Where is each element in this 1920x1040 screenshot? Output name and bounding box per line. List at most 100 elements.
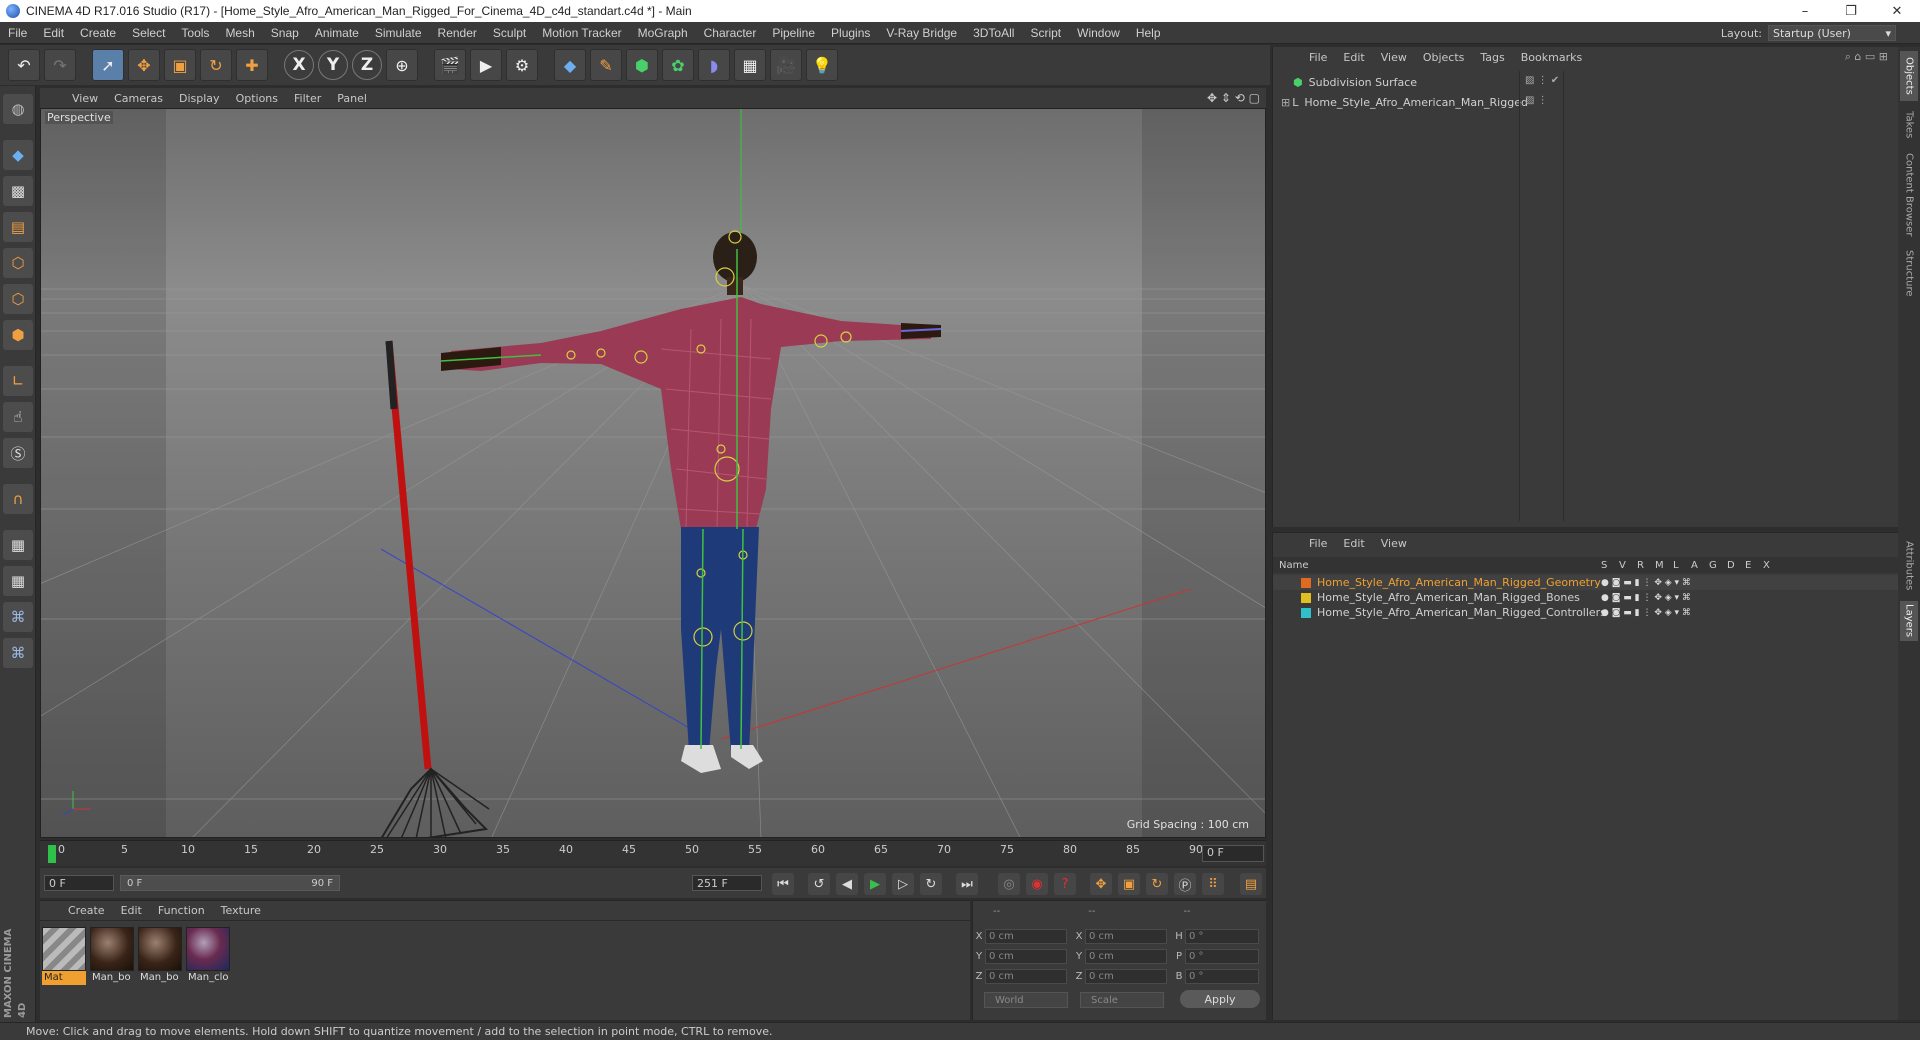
- menu-3dtoall[interactable]: 3DToAll: [965, 26, 1022, 40]
- menu-render[interactable]: Render: [430, 26, 485, 40]
- object-row-subdivision-surface[interactable]: ⬢ Subdivision Surface: [1281, 73, 1417, 91]
- key-scale-icon[interactable]: ▣: [1118, 873, 1140, 895]
- menu-create[interactable]: Create: [72, 26, 124, 40]
- viewport-camera-label[interactable]: Perspective: [45, 111, 113, 124]
- menu-simulate[interactable]: Simulate: [367, 26, 430, 40]
- maximize-button[interactable]: ❐: [1828, 0, 1874, 22]
- autokeying-icon[interactable]: ◉: [1026, 873, 1048, 895]
- viewport-menu-filter[interactable]: Filter: [286, 92, 329, 105]
- objects-menu-edit[interactable]: Edit: [1335, 51, 1372, 64]
- rotation-h-field[interactable]: 0 °: [1185, 928, 1259, 944]
- layers-menu-edit[interactable]: Edit: [1335, 537, 1372, 550]
- objects-menu-bookmarks[interactable]: Bookmarks: [1513, 51, 1590, 64]
- keyframe-selection-icon[interactable]: ?: [1054, 873, 1076, 895]
- position-x-field[interactable]: 0 cm: [985, 928, 1067, 944]
- magnet-icon[interactable]: ∩: [3, 484, 33, 514]
- material-menu-texture[interactable]: Texture: [213, 904, 269, 917]
- render-view-icon[interactable]: 🎬: [434, 49, 466, 81]
- viewport-menu-options[interactable]: Options: [228, 92, 286, 105]
- menu-help[interactable]: Help: [1128, 26, 1169, 40]
- close-button[interactable]: ✕: [1874, 0, 1920, 22]
- tab-layers[interactable]: Layers: [1900, 601, 1918, 641]
- layout-dropdown[interactable]: Startup (User) ▾: [1768, 25, 1896, 41]
- size-x-field[interactable]: 0 cm: [1085, 928, 1167, 944]
- layer-row-bones[interactable]: Home_Style_Afro_American_Man_Rigged_Bone…: [1273, 590, 1899, 605]
- live-selection-icon[interactable]: ➚: [92, 49, 124, 81]
- go-to-start-icon[interactable]: ⏮: [772, 873, 794, 895]
- perspective-viewport[interactable]: Perspective Grid Spacing : 100 cm: [40, 108, 1266, 838]
- tab-attributes[interactable]: Attributes: [1900, 535, 1918, 597]
- axis-mode-icon[interactable]: ∟: [3, 366, 33, 396]
- end-frame-field[interactable]: 251 F: [692, 875, 762, 891]
- coordinate-space-dropdown[interactable]: World: [984, 992, 1068, 1008]
- viewport-menu-view[interactable]: View: [64, 92, 106, 105]
- scale-tool-icon[interactable]: ▣: [164, 49, 196, 81]
- coordinate-system-icon[interactable]: ⊕: [386, 49, 418, 81]
- size-z-field[interactable]: 0 cm: [1085, 968, 1167, 984]
- material-menu-create[interactable]: Create: [60, 904, 113, 917]
- python-console-icon[interactable]: ⌘: [3, 638, 33, 668]
- minimize-button[interactable]: –: [1782, 0, 1828, 22]
- tab-objects[interactable]: Objects: [1900, 51, 1918, 101]
- layer-flag-toggles[interactable]: ● ◙ ▬ ▮ ⋮ ✥ ◈ ▾ ⌘: [1601, 608, 1691, 618]
- edges-mode-icon[interactable]: ⬡: [3, 284, 33, 314]
- menu-motion-tracker[interactable]: Motion Tracker: [534, 26, 629, 40]
- object-visibility-toggles[interactable]: ▨ ⋮: [1525, 95, 1548, 106]
- lock-workplane-icon[interactable]: ▦: [3, 530, 33, 560]
- tweak-mode-icon[interactable]: ☝: [3, 402, 33, 432]
- menu-vray-bridge[interactable]: V-Ray Bridge: [878, 26, 965, 40]
- key-rotation-icon[interactable]: ↻: [1146, 873, 1168, 895]
- next-frame-icon[interactable]: ▷: [892, 873, 914, 895]
- cloner-icon[interactable]: ✿: [662, 49, 694, 81]
- texture-mode-icon[interactable]: ▩: [3, 176, 33, 206]
- position-y-field[interactable]: 0 cm: [985, 948, 1067, 964]
- objects-menu-objects[interactable]: Objects: [1415, 51, 1473, 64]
- previous-frame-icon[interactable]: ◀: [836, 873, 858, 895]
- material-swatch[interactable]: Mat: [42, 927, 86, 985]
- expand-icon[interactable]: ⊞: [1281, 96, 1290, 109]
- size-y-field[interactable]: 0 cm: [1085, 948, 1167, 964]
- current-frame-field[interactable]: 0 F: [1202, 845, 1264, 862]
- y-axis-lock-icon[interactable]: Y: [318, 50, 348, 80]
- next-key-icon[interactable]: ↻: [920, 873, 942, 895]
- layer-flag-toggles[interactable]: ● ◙ ▬ ▮ ⋮ ✥ ◈ ▾ ⌘: [1601, 578, 1691, 588]
- layers-menu-view[interactable]: View: [1373, 537, 1415, 550]
- apply-button[interactable]: Apply: [1180, 990, 1260, 1008]
- layer-color-swatch[interactable]: [1301, 592, 1311, 603]
- workplane-icon[interactable]: ▤: [3, 212, 33, 242]
- tab-content-browser[interactable]: Content Browser: [1900, 149, 1918, 241]
- menu-mograph[interactable]: MoGraph: [630, 26, 696, 40]
- tab-structure[interactable]: Structure: [1900, 245, 1918, 301]
- layer-flag-toggles[interactable]: ● ◙ ▬ ▮ ⋮ ✥ ◈ ▾ ⌘: [1601, 593, 1691, 603]
- rotation-p-field[interactable]: 0 °: [1185, 948, 1259, 964]
- object-visibility-toggles[interactable]: ▨ ⋮ ✔: [1525, 75, 1559, 86]
- move-tool-icon[interactable]: ✥: [128, 49, 160, 81]
- rotation-b-field[interactable]: 0 °: [1185, 968, 1259, 984]
- cube-primitive-icon[interactable]: ◆: [554, 49, 586, 81]
- viewport-navigation-icons[interactable]: ✥ ⇕ ⟲ ▢: [1207, 91, 1260, 105]
- menu-character[interactable]: Character: [696, 26, 765, 40]
- objects-menu-tags[interactable]: Tags: [1472, 51, 1512, 64]
- menu-select[interactable]: Select: [124, 26, 173, 40]
- undo-icon[interactable]: ↶: [8, 49, 40, 81]
- spline-pen-icon[interactable]: ✎: [590, 49, 622, 81]
- menu-animate[interactable]: Animate: [307, 26, 367, 40]
- menu-pipeline[interactable]: Pipeline: [764, 26, 823, 40]
- menu-file[interactable]: File: [0, 26, 35, 40]
- objects-menu-file[interactable]: File: [1301, 51, 1335, 64]
- material-swatch[interactable]: Man_bo: [138, 927, 182, 985]
- start-frame-field[interactable]: 0 F: [44, 875, 114, 891]
- z-axis-lock-icon[interactable]: Z: [352, 50, 382, 80]
- x-axis-lock-icon[interactable]: X: [284, 50, 314, 80]
- play-forward-icon[interactable]: ▶: [864, 873, 886, 895]
- deformer-icon[interactable]: ◗: [698, 49, 730, 81]
- rotate-tool-icon[interactable]: ↻: [200, 49, 232, 81]
- camera-icon[interactable]: 🎥: [770, 49, 802, 81]
- light-icon[interactable]: 💡: [806, 49, 838, 81]
- preview-range-slider[interactable]: 0 F 90 F: [120, 875, 340, 891]
- polygons-mode-icon[interactable]: ⬢: [3, 320, 33, 350]
- render-picture-viewer-icon[interactable]: ▶: [470, 49, 502, 81]
- layers-menu-file[interactable]: File: [1301, 537, 1335, 550]
- key-pla-icon[interactable]: ⠿: [1202, 873, 1224, 895]
- points-mode-icon[interactable]: ⬡: [3, 248, 33, 278]
